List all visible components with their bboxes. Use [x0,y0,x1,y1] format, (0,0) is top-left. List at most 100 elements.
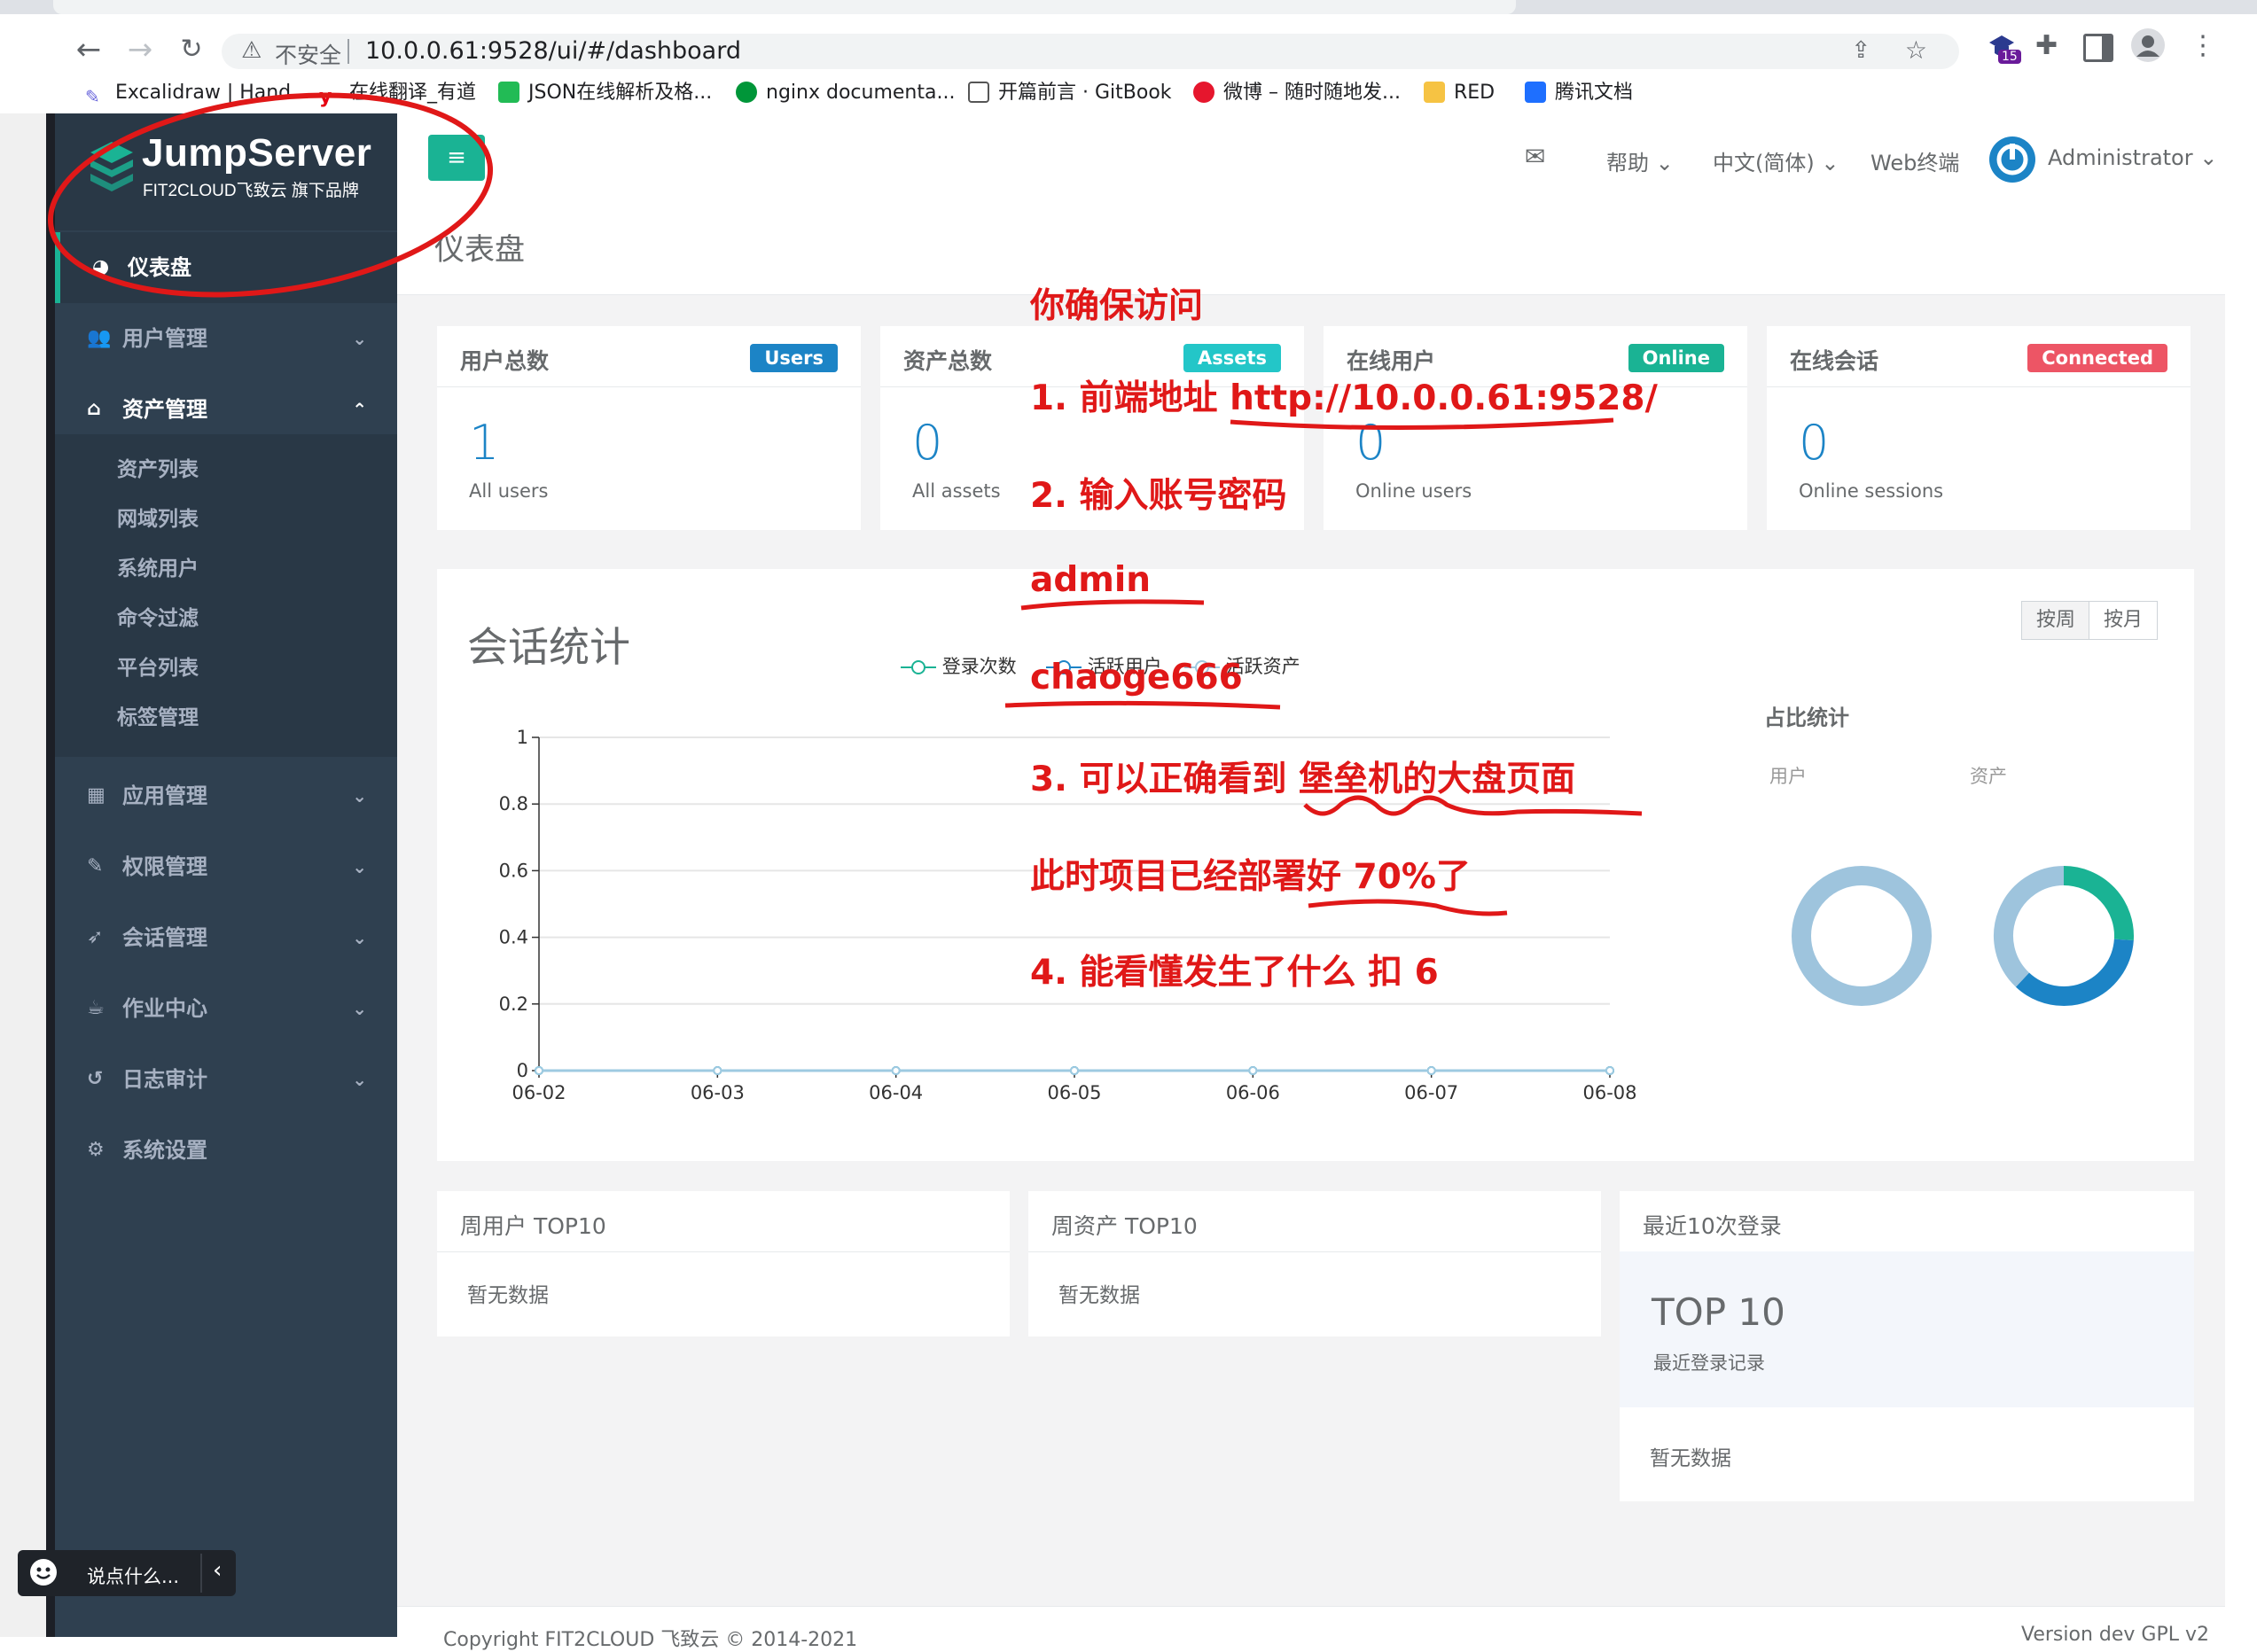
help-menu[interactable]: 帮助 ⌄ [1606,145,1674,176]
chevron-left-icon[interactable]: ‹ [213,1557,222,1584]
menu-label: 仪表盘 [128,255,191,280]
stat-value: 1 [469,415,500,471]
divider [348,39,349,64]
submenu-label-management[interactable]: 标签管理 [117,700,199,730]
share-icon[interactable]: ⇪ [1851,37,1870,64]
x-tick-label: 06-02 [512,1082,566,1103]
menu-session-management[interactable]: ➶ 会话管理 ⌄ [55,902,397,973]
card-title: 最近10次登录 [1643,1213,1782,1239]
y-tick-label: 1 [517,727,528,748]
menu-log-audit[interactable]: ↺ 日志审计 ⌄ [55,1044,397,1115]
profile-avatar[interactable] [2131,28,2165,62]
stat-title: 在线会话 [1790,348,1879,374]
language-menu[interactable]: 中文(简体) ⌄ [1713,145,1839,176]
donut-2-slice-3 [1994,866,2065,987]
logo-subtitle: FIT2CLOUD飞致云 旗下品牌 [143,182,359,200]
x-tick-label: 06-06 [1226,1082,1280,1103]
annotation-line4: 4. 能看懂发生了什么 扣 6 [1030,953,1439,993]
edit-icon: ✎ [87,855,104,877]
jumpserver-logo-icon [90,142,133,191]
browser-tab[interactable] [1542,0,1808,14]
stat-card-online-sessions: 在线会话 Connected 0 Online sessions [1767,326,2191,530]
star-icon[interactable]: ☆ [1905,35,1927,65]
annotation-line1: 1. 前端地址 http://10.0.0.61:9528/ [1030,370,1658,420]
bookmark-folder-red[interactable]: RED [1424,80,1495,106]
user-menu[interactable]: Administrator ⌄ [2048,145,2217,170]
annotation-emphasis: 堡垒机的大盘页面 [1299,760,1576,799]
stat-subtitle: All assets [912,480,1001,502]
history-icon: ↺ [87,1068,104,1090]
version-text: Version dev GPL v2 [2021,1624,2209,1646]
warning-icon: ⚠ [241,37,262,64]
smiley-icon [30,1559,57,1586]
user-avatar[interactable] [1989,136,2035,183]
card-title: 周资产 TOP10 [1051,1213,1198,1239]
donut-1-slice-1 [1792,866,1932,1006]
bookmark-gitbook[interactable]: 开篇前言 · GitBook [968,80,1172,106]
card-title: 周用户 TOP10 [460,1213,606,1239]
stat-subtitle: All users [469,480,549,502]
url-text[interactable]: 10.0.0.61:9528/ui/#/dashboard [365,37,741,65]
web-terminal-link[interactable]: Web终端 [1870,145,1959,176]
annotation-line3: 3. 可以正确看到 堡垒机的大盘页面 [1030,752,1575,801]
bookmark-excalidraw[interactable]: ✎ Excalidraw | Hand... [85,80,310,107]
stat-value: 0 [1799,415,1830,471]
bookmark-tencent-docs[interactable]: 腾讯文档 [1525,80,1633,106]
menu-dots-icon[interactable]: ⋮ [2190,30,2216,61]
menu-permission-management[interactable]: ✎ 权限管理 ⌄ [55,831,397,902]
users-icon: 👥 [87,327,112,349]
toggle-month-button[interactable]: 按月 [2089,601,2158,640]
tencent-docs-icon [1525,82,1546,103]
menu-job-center[interactable]: ☕ 作业中心 ⌄ [55,973,397,1044]
menu-label: 日志审计 [122,1067,207,1092]
bookmark-nginx[interactable]: nginx documenta... [736,80,955,106]
page-title: 仪表盘 [434,232,525,268]
coffee-icon: ☕ [87,997,105,1019]
menu-user-management[interactable]: 👥 用户管理 ⌄ [55,303,397,374]
no-data-text: 暂无数据 [1058,1284,1140,1307]
menu-app-management[interactable]: ▦ 应用管理 ⌄ [55,760,397,831]
bookmark-label: RED [1454,82,1496,104]
bookmark-label: 腾讯文档 [1555,82,1634,104]
address-bar[interactable]: ⚠ 不安全 10.0.0.61:9528/ui/#/dashboard ⇪ ☆ [222,34,1959,69]
bookmark-weibo[interactable]: 微博 – 随时随地发... [1193,80,1401,106]
reload-icon[interactable]: ↻ [174,32,209,67]
submenu-domain-list[interactable]: 网域列表 [117,502,199,532]
annotation-password: chaoge666 [1030,658,1243,697]
extension-icon[interactable]: 15 [1986,32,2021,64]
browser-tab[interactable] [53,0,1516,14]
legend-logins[interactable]: 登录次数 [901,652,1017,679]
back-icon[interactable]: ← [71,32,106,67]
mail-icon[interactable]: ✉ [1525,142,1545,171]
stat-title: 资产总数 [903,348,993,374]
menu-toggle-button[interactable]: ≡ [428,135,485,181]
toggle-week-button[interactable]: 按周 [2021,601,2090,640]
annotation-progress: 此时项目已经部署好 70%了 [1030,849,1471,899]
donut-2-slice-1 [2063,866,2134,940]
donut-2-slice-2 [2015,939,2134,1006]
forward-icon[interactable]: → [122,32,158,67]
top10-subtitle: 最近登录记录 [1653,1352,1765,1374]
book-icon [968,82,989,103]
annotation-username: admin [1030,560,1152,600]
sidepanel-icon[interactable] [2083,34,2113,62]
y-tick-label: 0.8 [499,793,528,814]
chat-input-widget[interactable]: 说点什么... ‹ [18,1550,236,1596]
bookmark-label: Excalidraw | Hand... [115,82,310,104]
chat-placeholder: 说点什么... [87,1566,180,1587]
puzzle-icon[interactable]: ✚ [2035,30,2058,61]
menu-dashboard[interactable]: ◕ 仪表盘 [55,232,402,303]
bookmark-json[interactable]: JSON在线解析及格... [498,80,712,106]
no-data-text: 暂无数据 [467,1284,549,1307]
submenu-command-filter[interactable]: 命令过滤 [117,601,199,631]
x-tick-label: 06-04 [869,1082,923,1103]
y-tick-label: 0.2 [499,994,528,1015]
submenu-platform-list[interactable]: 平台列表 [117,651,199,681]
menu-system-settings[interactable]: ⚙ 系统设置 [55,1115,397,1186]
submenu-asset-list[interactable]: 资产列表 [117,452,199,482]
bookmark-label: 在线翻译_有道 [349,82,477,104]
tab-strip [0,0,2257,14]
bookmark-youdao[interactable]: y 在线翻译_有道 [319,80,477,108]
submenu-system-user[interactable]: 系统用户 [117,551,199,581]
ratio-donut-charts [1792,866,2134,1006]
